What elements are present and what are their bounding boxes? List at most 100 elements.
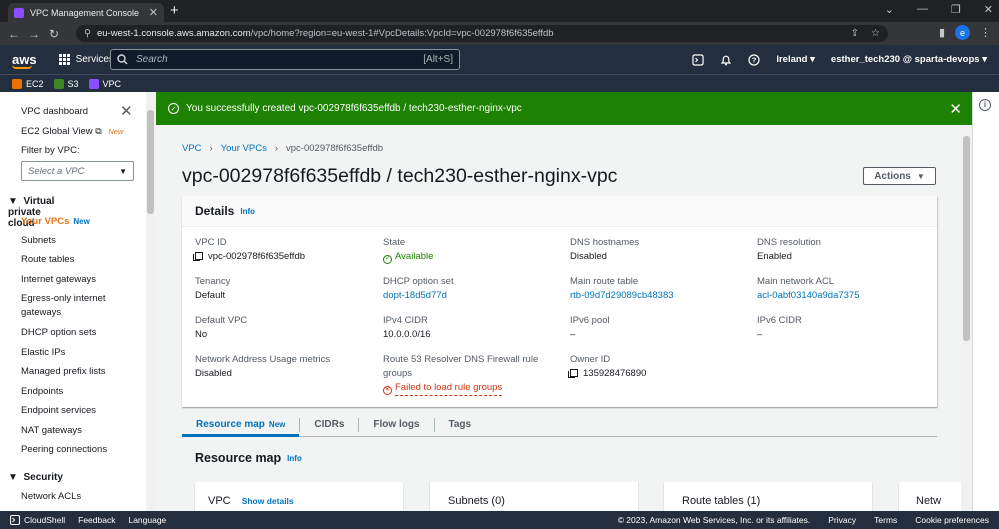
- sidebar-item-endpoints[interactable]: Endpoints: [21, 385, 136, 399]
- vpc-filter-select[interactable]: Select a VPC ▼: [21, 161, 134, 181]
- caret-down-icon: ▼: [916, 171, 925, 181]
- resource-map-info-link[interactable]: Info: [287, 454, 302, 463]
- cloudshell-icon[interactable]: [692, 53, 704, 66]
- window-controls: ⌄ — ❐ ✕: [885, 3, 993, 16]
- sidebar-item-your-vpcs[interactable]: Your VPCs New: [21, 215, 136, 229]
- dns-resolution-field: DNS resolution Enabled: [757, 237, 821, 262]
- details-heading: Details: [195, 204, 235, 218]
- section-security[interactable]: ▼ Security: [8, 472, 63, 483]
- sidebar-item-ec2-global-view[interactable]: EC2 Global View ⧉ New: [21, 124, 136, 139]
- new-badge: New: [268, 419, 286, 429]
- services-grid-icon: [58, 54, 70, 65]
- favorite-vpc[interactable]: VPC: [88, 78, 121, 89]
- profile-avatar[interactable]: e: [955, 25, 970, 40]
- back-icon[interactable]: ←: [4, 27, 24, 41]
- site-info-icon[interactable]: ⚲: [84, 28, 91, 39]
- main-scrollbar-thumb[interactable]: [963, 136, 970, 341]
- copyright-text: © 2023, Amazon Web Services, Inc. or its…: [617, 515, 811, 525]
- filter-label: Filter by VPC:: [21, 145, 80, 156]
- sidebar-item-vpc-dashboard[interactable]: VPC dashboard: [21, 105, 136, 119]
- tab-tags[interactable]: Tags: [435, 413, 486, 436]
- main-route-table-link[interactable]: rtb-09d7d29089cb48383: [570, 289, 740, 303]
- details-panel: Details Info VPC ID vpc-002978f6f635effd…: [182, 196, 937, 407]
- chevron-down-icon[interactable]: ⌄: [885, 3, 894, 16]
- bookmark-star-icon[interactable]: ☆: [871, 28, 880, 39]
- services-label: Services: [75, 54, 114, 65]
- terms-link[interactable]: Terms: [874, 515, 897, 525]
- available-check-icon: ✓: [383, 255, 392, 264]
- flash-message: You successfully created vpc-002978f6f63…: [186, 103, 522, 114]
- help-panel-rail: [972, 92, 999, 511]
- url-input[interactable]: ⚲ eu-west-1.console.aws.amazon.com /vpc/…: [76, 25, 888, 42]
- cloudshell-button[interactable]: CloudShell: [10, 515, 65, 525]
- search-placeholder: Search: [136, 54, 168, 65]
- chevron-right-icon: ›: [209, 143, 213, 154]
- services-menu[interactable]: Services: [58, 54, 114, 65]
- sidebar-item-peering-connections[interactable]: Peering connections: [21, 443, 136, 457]
- details-info-link[interactable]: Info: [240, 207, 255, 216]
- sidebar-item-nat-gateways[interactable]: NAT gateways: [21, 424, 136, 438]
- sidebar-item-route-tables[interactable]: Route tables: [21, 253, 136, 267]
- browser-tab[interactable]: VPC Management Console ✕: [8, 3, 164, 22]
- new-tab-button[interactable]: +: [170, 2, 179, 19]
- tab-resource-map[interactable]: Resource map New: [182, 413, 300, 437]
- network-address-usage-field: Network Address Usage metrics Disabled: [195, 354, 331, 379]
- sidebar-item-endpoint-services[interactable]: Endpoint services: [21, 404, 136, 418]
- feedback-link[interactable]: Feedback: [78, 515, 115, 525]
- more-menu-icon[interactable]: ⋮: [980, 26, 991, 39]
- privacy-link[interactable]: Privacy: [828, 515, 856, 525]
- sidebar-item-dhcp-option-sets[interactable]: DHCP option sets: [21, 326, 136, 340]
- restore-icon[interactable]: ❐: [951, 3, 961, 16]
- close-sidebar-icon[interactable]: ✕: [120, 102, 133, 120]
- search-icon: [117, 54, 128, 65]
- favorite-ec2[interactable]: EC2: [12, 78, 44, 89]
- language-link[interactable]: Language: [128, 515, 166, 525]
- info-panel-icon[interactable]: i: [979, 99, 991, 111]
- sidebar-scrollbar-thumb[interactable]: [147, 110, 154, 214]
- tab-title: VPC Management Console: [30, 7, 140, 18]
- sidebar-item-elastic-ips[interactable]: Elastic IPs: [21, 346, 136, 360]
- caret-down-icon: ▼: [119, 166, 127, 176]
- region-selector[interactable]: Ireland ▾: [776, 54, 815, 65]
- favorite-s3[interactable]: S3: [53, 78, 79, 89]
- sidebar-item-subnets[interactable]: Subnets: [21, 234, 136, 248]
- console-footer: CloudShell Feedback Language © 2023, Ama…: [0, 511, 999, 529]
- main-network-acl-link[interactable]: acl-0abf03140a9da7375: [757, 289, 927, 303]
- dismiss-flash-icon[interactable]: ✕: [949, 100, 962, 118]
- close-tab-icon[interactable]: ✕: [149, 6, 158, 19]
- help-icon[interactable]: ?: [748, 53, 760, 66]
- sidebar-item-network-acls[interactable]: Network ACLs: [21, 490, 136, 504]
- copy-icon[interactable]: [568, 369, 578, 378]
- breadcrumb-current: vpc-002978f6f635effdb: [286, 143, 384, 154]
- search-input[interactable]: Search [Alt+S]: [110, 49, 460, 70]
- sidebar-item-managed-prefix-lists[interactable]: Managed prefix lists: [21, 365, 136, 379]
- resource-card-subnets: Subnets (0): [430, 482, 638, 511]
- side-panel-icon[interactable]: ▮: [939, 26, 945, 39]
- copy-icon[interactable]: [193, 252, 203, 261]
- sidebar-item-egress-only-gateways[interactable]: Egress-only internet gateways: [21, 292, 136, 320]
- forward-icon[interactable]: →: [24, 27, 44, 41]
- notifications-bell-icon[interactable]: [720, 54, 732, 66]
- tab-cidrs[interactable]: CIDRs: [300, 413, 358, 436]
- detail-tabs: Resource map New CIDRs Flow logs Tags: [182, 413, 937, 437]
- vpc-icon: [88, 78, 99, 89]
- cloudshell-icon: [10, 515, 20, 525]
- reload-icon[interactable]: ↻: [44, 27, 64, 41]
- sidebar-item-internet-gateways[interactable]: Internet gateways: [21, 273, 136, 287]
- aws-logo[interactable]: aws: [12, 53, 37, 69]
- breadcrumb-your-vpcs[interactable]: Your VPCs: [221, 143, 267, 154]
- close-window-icon[interactable]: ✕: [984, 3, 993, 16]
- dhcp-option-set-link[interactable]: dopt-18d5d77d: [383, 289, 553, 303]
- actions-button[interactable]: Actions ▼: [863, 167, 936, 185]
- failed-rule-groups-link[interactable]: Failed to load rule groups: [395, 381, 503, 396]
- share-icon[interactable]: ⇪: [851, 28, 859, 39]
- show-details-link[interactable]: Show details: [242, 496, 294, 506]
- breadcrumb-vpc[interactable]: VPC: [182, 143, 202, 154]
- cookie-preferences-link[interactable]: Cookie preferences: [915, 515, 989, 525]
- account-menu[interactable]: esther_tech230 @ sparta-devops ▾: [831, 54, 987, 65]
- minimize-icon[interactable]: —: [917, 3, 928, 16]
- resource-map-heading: Resource map Info: [195, 451, 302, 465]
- tab-flow-logs[interactable]: Flow logs: [359, 413, 433, 436]
- breadcrumb: VPC › Your VPCs › vpc-002978f6f635effdb: [182, 143, 383, 154]
- subnets-card-title: Subnets (0): [448, 495, 505, 507]
